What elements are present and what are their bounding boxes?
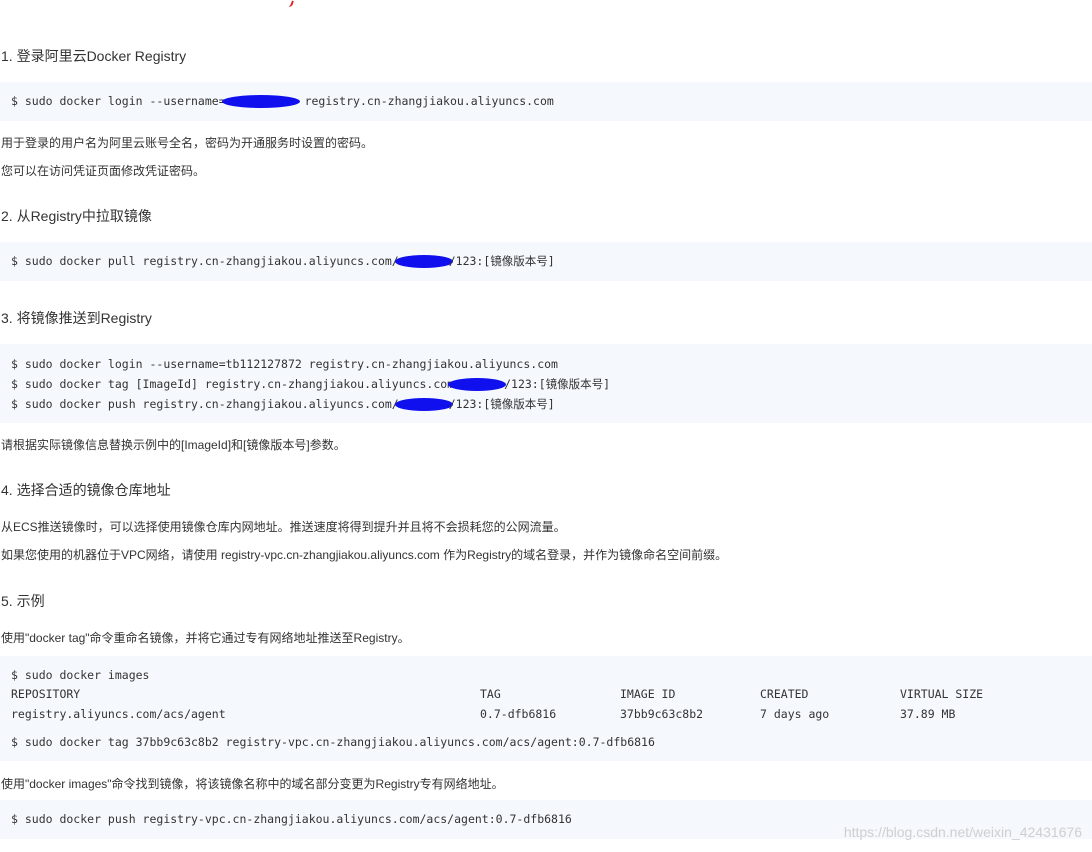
redaction-mark xyxy=(394,255,453,268)
table-cell: 7 days ago xyxy=(760,707,830,721)
column-header: REPOSITORY xyxy=(11,687,81,701)
command-text: $ sudo docker tag [ImageId] registry.cn-… xyxy=(11,377,455,391)
step4-heading: 4. 选择合适的镜像仓库地址 xyxy=(1,482,171,498)
command-text: $ sudo docker login --username= xyxy=(11,94,226,108)
step5-code-block[interactable]: $ sudo docker images REPOSITORY TAG IMAG… xyxy=(0,656,1092,761)
command-text: /123:[镜像版本号] xyxy=(504,377,611,391)
step2-code-block[interactable]: $ sudo docker pull registry.cn-zhangjiak… xyxy=(0,242,1092,281)
step1-note-1: 用于登录的用户名为阿里云账号全名，密码为开通服务时设置的密码。 xyxy=(1,136,374,150)
step3-line-3[interactable]: $ sudo docker push registry.cn-zhangjiak… xyxy=(11,396,555,412)
command-text: /123:[镜像版本号] xyxy=(448,397,555,411)
column-header: IMAGE ID xyxy=(620,687,676,701)
step1-heading: 1. 登录阿里云Docker Registry xyxy=(1,48,187,64)
table-cell: 0.7-dfb6816 xyxy=(480,707,557,721)
step2-heading: 2. 从Registry中拉取镜像 xyxy=(1,208,152,224)
table-cell: 37bb9c63c8b2 xyxy=(620,707,704,721)
push-command[interactable]: $ sudo docker push registry-vpc.cn-zhang… xyxy=(11,811,572,827)
column-header: CREATED xyxy=(760,687,809,701)
step3-line-1[interactable]: $ sudo docker login --username=tb1121278… xyxy=(11,356,558,372)
command-text: /123:[镜像版本号] xyxy=(448,254,555,268)
command-text: $ sudo docker push registry.cn-zhangjiak… xyxy=(11,397,399,411)
step3-heading: 3. 将镜像推送到Registry xyxy=(1,310,152,326)
step2-command[interactable]: $ sudo docker pull registry.cn-zhangjiak… xyxy=(11,253,555,269)
step5-intro: 使用"docker tag"命令重命名镜像，并将它通过专有网络地址推送至Regi… xyxy=(1,631,410,645)
red-mark xyxy=(286,0,294,8)
step3-code-block[interactable]: $ sudo docker login --username=tb1121278… xyxy=(0,344,1092,423)
step3-note: 请根据实际镜像信息替换示例中的[ImageId]和[镜像版本号]参数。 xyxy=(1,438,346,452)
command-text: registry.cn-zhangjiakou.aliyuncs.com xyxy=(297,94,554,108)
step5-heading: 5. 示例 xyxy=(1,593,45,609)
watermark: https://blog.csdn.net/weixin_42431676 xyxy=(843,824,1082,840)
step5-note: 使用"docker images"命令找到镜像，将该镜像名称中的域名部分变更为R… xyxy=(1,777,504,791)
table-cell: registry.aliyuncs.com/acs/agent xyxy=(11,707,226,721)
images-command[interactable]: $ sudo docker images xyxy=(11,667,149,683)
step1-command[interactable]: $ sudo docker login --username= registry… xyxy=(11,93,554,109)
redaction-mark xyxy=(448,378,507,391)
command-text: $ sudo docker pull registry.cn-zhangjiak… xyxy=(11,254,399,268)
tag-command[interactable]: $ sudo docker tag 37bb9c63c8b2 registry-… xyxy=(11,734,655,750)
step1-code-block[interactable]: $ sudo docker login --username= registry… xyxy=(0,82,1092,121)
step4-note-2: 如果您使用的机器位于VPC网络，请使用 registry-vpc.cn-zhan… xyxy=(1,548,728,562)
column-header: VIRTUAL SIZE xyxy=(900,687,984,701)
redaction-mark xyxy=(394,398,453,411)
step4-note-1: 从ECS推送镜像时，可以选择使用镜像仓库内网地址。推送速度将得到提升并且将不会损… xyxy=(1,520,566,534)
step3-line-2[interactable]: $ sudo docker tag [ImageId] registry.cn-… xyxy=(11,376,610,392)
redaction-mark xyxy=(221,95,300,108)
step1-note-2: 您可以在访问凭证页面修改凭证密码。 xyxy=(1,164,206,178)
table-cell: 37.89 MB xyxy=(900,707,956,721)
column-header: TAG xyxy=(480,687,501,701)
